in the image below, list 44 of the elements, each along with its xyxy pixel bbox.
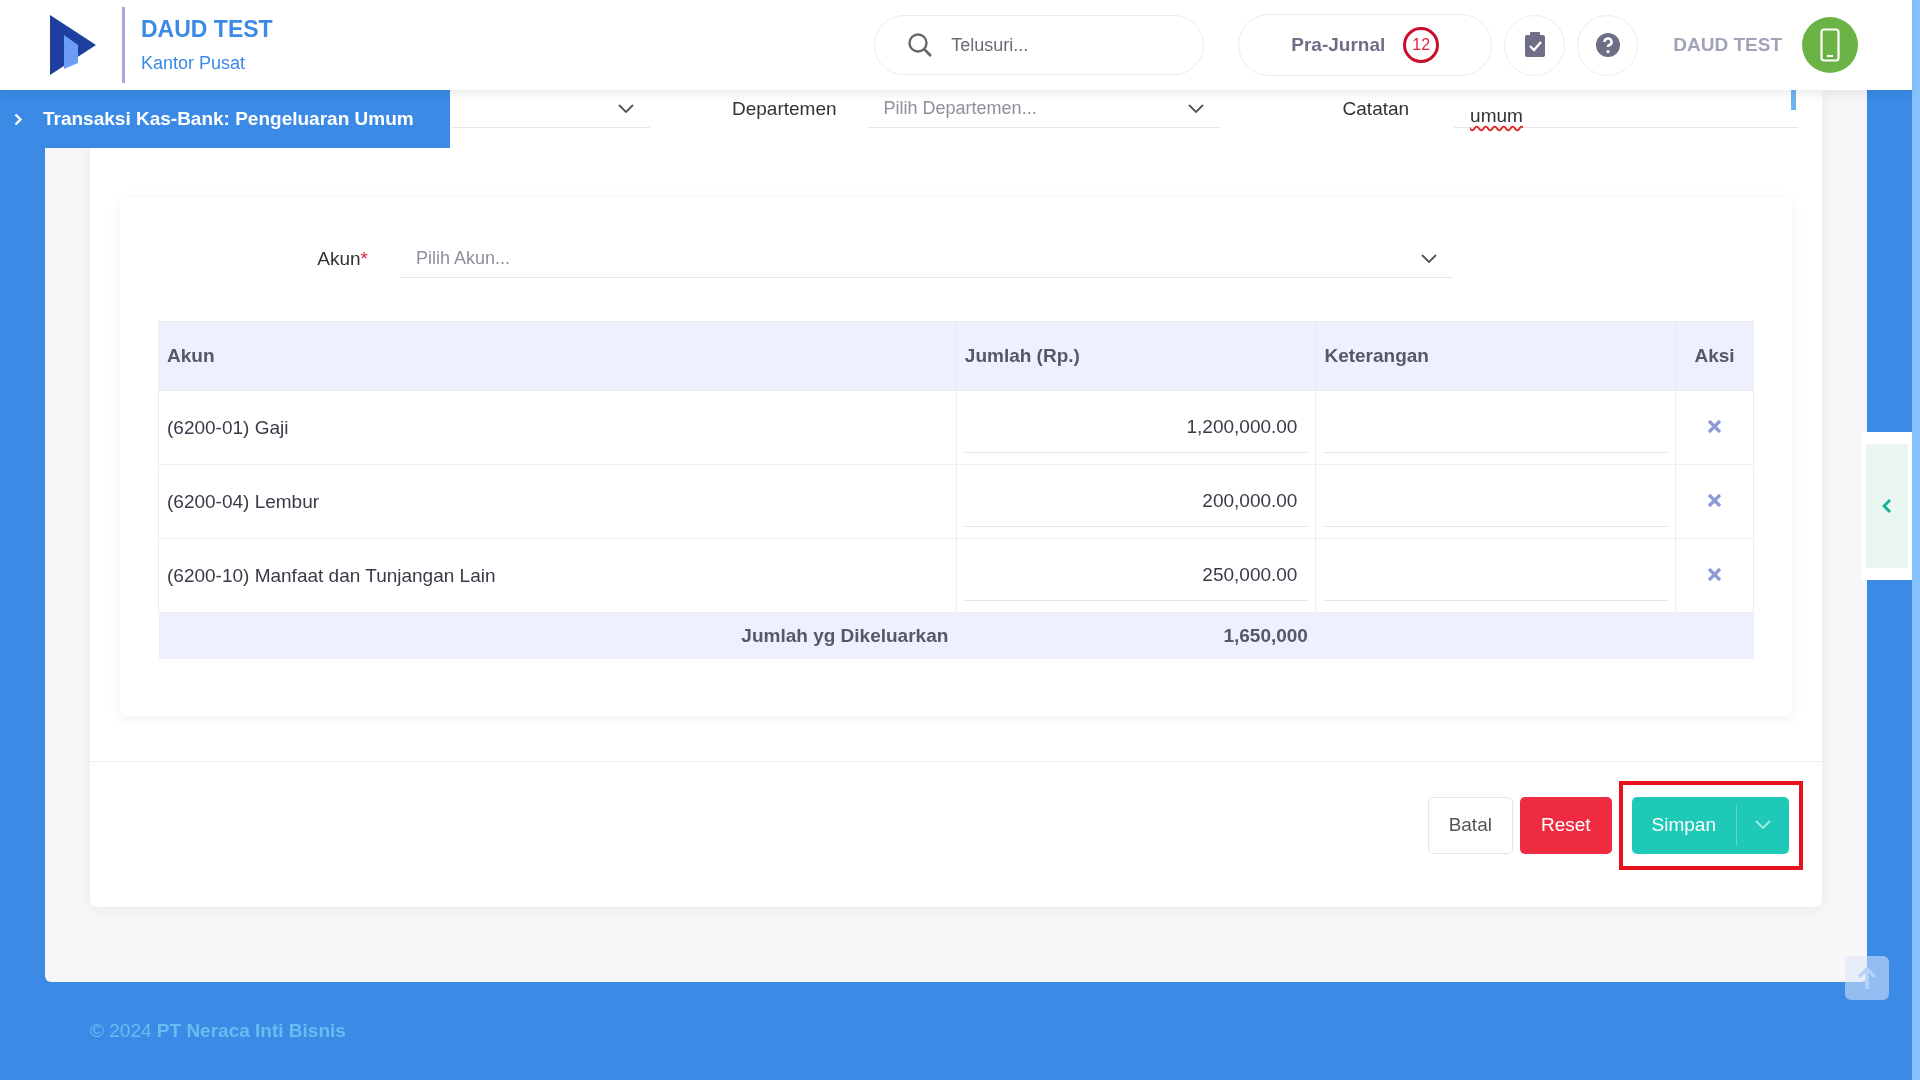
total-label: Jumlah yg Dikeluarkan [158, 612, 957, 659]
pre-journal-label: Pra-Jurnal [1291, 34, 1386, 56]
logo-icon [48, 13, 98, 77]
branch-name: Kantor Pusat [141, 53, 247, 74]
delete-button[interactable] [1707, 418, 1722, 434]
account-cell: (6200-04) Lembur [158, 464, 957, 539]
department-label: Departemen [732, 98, 837, 120]
total-value: 1,650,000 [956, 612, 1316, 659]
count-badge: 12 [1403, 27, 1440, 63]
company-name: DAUD TEST [141, 16, 273, 43]
chevron-left-icon [1882, 498, 1892, 514]
scroll-top-button[interactable] [1845, 956, 1889, 1000]
pre-journal-button[interactable]: Pra-Jurnal 12 [1238, 14, 1493, 76]
column-header: Keterangan [1315, 321, 1676, 391]
chevron-down-icon [1421, 253, 1437, 264]
clipboard-check-icon [1523, 32, 1546, 58]
close-icon [1707, 418, 1722, 434]
note-textarea[interactable]: umum [1454, 90, 1799, 128]
search-icon [907, 32, 934, 58]
cancel-button[interactable]: Batal [1427, 796, 1513, 854]
note-label: Catatan [1342, 98, 1410, 120]
page-title: Transaksi Kas-Bank: Pengeluaran Umum [43, 108, 414, 130]
account-cell: (6200-10) Manfaat dan Tunjangan Lain [158, 538, 957, 613]
chevron-down-icon [1187, 103, 1204, 114]
reset-button[interactable]: Reset [1519, 796, 1612, 854]
close-icon [1707, 492, 1722, 508]
user-avatar[interactable] [1802, 17, 1858, 73]
phone-icon [1820, 28, 1840, 62]
search-field[interactable]: Telusuri... [874, 15, 1205, 75]
delete-button[interactable] [1707, 492, 1722, 508]
chevron-down-icon [618, 103, 634, 114]
help-icon [1594, 32, 1621, 58]
column-header: Aksi [1675, 321, 1754, 391]
account-cell: (6200-01) Gaji [158, 390, 957, 465]
chevron-right-icon [14, 112, 23, 126]
side-panel-toggle[interactable] [1862, 432, 1912, 580]
account-label: Akun* [316, 248, 369, 270]
close-icon [1707, 566, 1722, 582]
chevron-down-icon [1755, 820, 1771, 830]
delete-button[interactable] [1707, 566, 1722, 582]
column-header: Jumlah (Rp.) [956, 321, 1316, 391]
column-header: Akun [158, 321, 957, 391]
arrow-up-icon [1857, 966, 1877, 990]
user-name: DAUD TEST [1673, 34, 1782, 56]
